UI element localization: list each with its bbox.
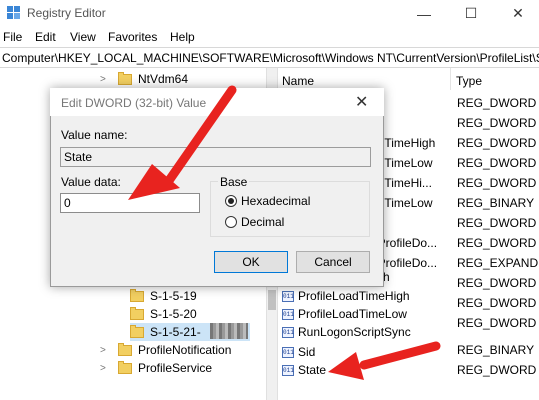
scrollbar-thumb[interactable]	[268, 290, 276, 310]
value-name: ProfileLoadTimeLow	[298, 307, 407, 321]
value-name: RunLogonScriptSync	[298, 325, 411, 339]
tree-item-ntvdm64[interactable]: > NtVdm64	[100, 70, 188, 88]
value-type[interactable]: REG_DWORD	[457, 116, 536, 130]
dword-value-icon: 011	[282, 364, 294, 376]
folder-icon	[130, 288, 144, 302]
value-name-label: Value name:	[61, 128, 128, 142]
chevron-right-icon[interactable]: >	[100, 363, 108, 374]
tree-item-label: NtVdm64	[138, 72, 189, 86]
folder-icon	[118, 71, 132, 85]
value-type[interactable]: REG_DWORD	[457, 296, 536, 310]
folder-icon	[118, 360, 132, 374]
value-name-field: State	[60, 147, 371, 167]
value-type[interactable]: REG_DWORD	[457, 316, 536, 330]
decimal-radio[interactable]	[225, 216, 237, 228]
binary-value-icon: 011	[282, 346, 294, 358]
dialog-close-button[interactable]: ✕	[355, 92, 368, 112]
close-button[interactable]: ✕	[495, 0, 539, 27]
maximize-button[interactable]: ☐	[448, 0, 494, 27]
value-type[interactable]: REG_DWORD	[457, 136, 536, 150]
tree-item-label: S-1-5-19	[150, 289, 197, 303]
dword-value-icon: 011	[282, 308, 294, 320]
hexadecimal-label[interactable]: Hexadecimal	[241, 194, 310, 208]
minimize-button[interactable]: —	[401, 0, 447, 27]
folder-icon	[118, 342, 132, 356]
base-groupbox	[210, 181, 370, 237]
window-title: Registry Editor	[27, 6, 106, 20]
list-item[interactable]: 011 ProfileLoadTimeLow	[282, 307, 407, 321]
value-data-label: Value data:	[61, 175, 121, 189]
value-type[interactable]: REG_DWORD	[457, 363, 536, 377]
value-name: Sid	[298, 345, 316, 359]
address-path[interactable]: Computer\HKEY_LOCAL_MACHINE\SOFTWARE\Mic…	[2, 51, 539, 65]
list-item-state[interactable]: 011 State	[282, 363, 326, 377]
value-type[interactable]: REG_DWORD	[457, 96, 536, 110]
value-name: State	[298, 363, 327, 377]
tree-item-label: S-1-5-20	[150, 307, 197, 321]
tree-item-profilenotification[interactable]: > ProfileNotification	[100, 341, 231, 359]
folder-icon	[130, 324, 144, 338]
menu-bar: File Edit View Favorites Help	[0, 27, 539, 46]
decimal-label[interactable]: Decimal	[241, 215, 284, 229]
list-item[interactable]: 011 RunLogonScriptSync	[282, 325, 411, 339]
address-bar[interactable]: Computer\HKEY_LOCAL_MACHINE\SOFTWARE\Mic…	[0, 47, 539, 68]
chevron-right-icon[interactable]: >	[100, 74, 108, 85]
redacted-sid-text	[210, 323, 248, 339]
ok-button[interactable]: OK	[214, 251, 288, 273]
list-item[interactable]: 011 ProfileLoadTimeHigh	[282, 289, 410, 303]
dialog-title: Edit DWORD (32-bit) Value	[61, 96, 207, 110]
tree-item-label: ProfileService	[138, 361, 213, 375]
value-type[interactable]: REG_DWORD	[457, 236, 536, 250]
chevron-right-icon[interactable]: >	[100, 345, 108, 356]
base-label: Base	[218, 175, 250, 189]
list-item[interactable]: 011 Sid	[282, 345, 315, 359]
column-header-type[interactable]: Type	[456, 74, 482, 88]
value-name: ProfileLoadTimeHigh	[298, 289, 410, 303]
value-type[interactable]: REG_DWORD	[457, 156, 536, 170]
menu-file[interactable]: File	[3, 30, 22, 44]
value-type[interactable]: REG_BINARY	[457, 343, 534, 357]
value-type[interactable]: REG_DWORD	[457, 276, 536, 290]
value-type[interactable]: REG_DWORD	[457, 176, 536, 190]
value-type[interactable]: REG_BINARY	[457, 196, 534, 210]
tree-item-label: S-1-5-21-	[150, 325, 201, 339]
value-data-input[interactable]: 0	[60, 193, 200, 213]
value-name-partial[interactable]: h	[383, 270, 390, 284]
menu-favorites[interactable]: Favorites	[108, 30, 157, 44]
dword-value-icon: 011	[282, 326, 294, 338]
column-header-name[interactable]: Name	[282, 74, 314, 88]
menu-view[interactable]: View	[70, 30, 96, 44]
value-type[interactable]: REG_EXPAND	[457, 256, 538, 270]
cancel-button[interactable]: Cancel	[296, 251, 370, 273]
column-separator[interactable]	[450, 68, 451, 90]
hexadecimal-radio[interactable]	[225, 195, 237, 207]
tree-item-label: ProfileNotification	[138, 343, 232, 357]
value-type[interactable]: REG_DWORD	[457, 216, 536, 230]
menu-edit[interactable]: Edit	[35, 30, 56, 44]
folder-icon	[130, 306, 144, 320]
registry-editor-app-icon	[7, 6, 21, 20]
tree-item-profileservice[interactable]: > ProfileService	[100, 359, 212, 377]
tree-item-s-1-5-20[interactable]: S-1-5-20	[130, 305, 197, 323]
dword-value-icon: 011	[282, 290, 294, 302]
menu-help[interactable]: Help	[170, 30, 195, 44]
tree-item-s-1-5-19[interactable]: S-1-5-19	[130, 287, 197, 305]
